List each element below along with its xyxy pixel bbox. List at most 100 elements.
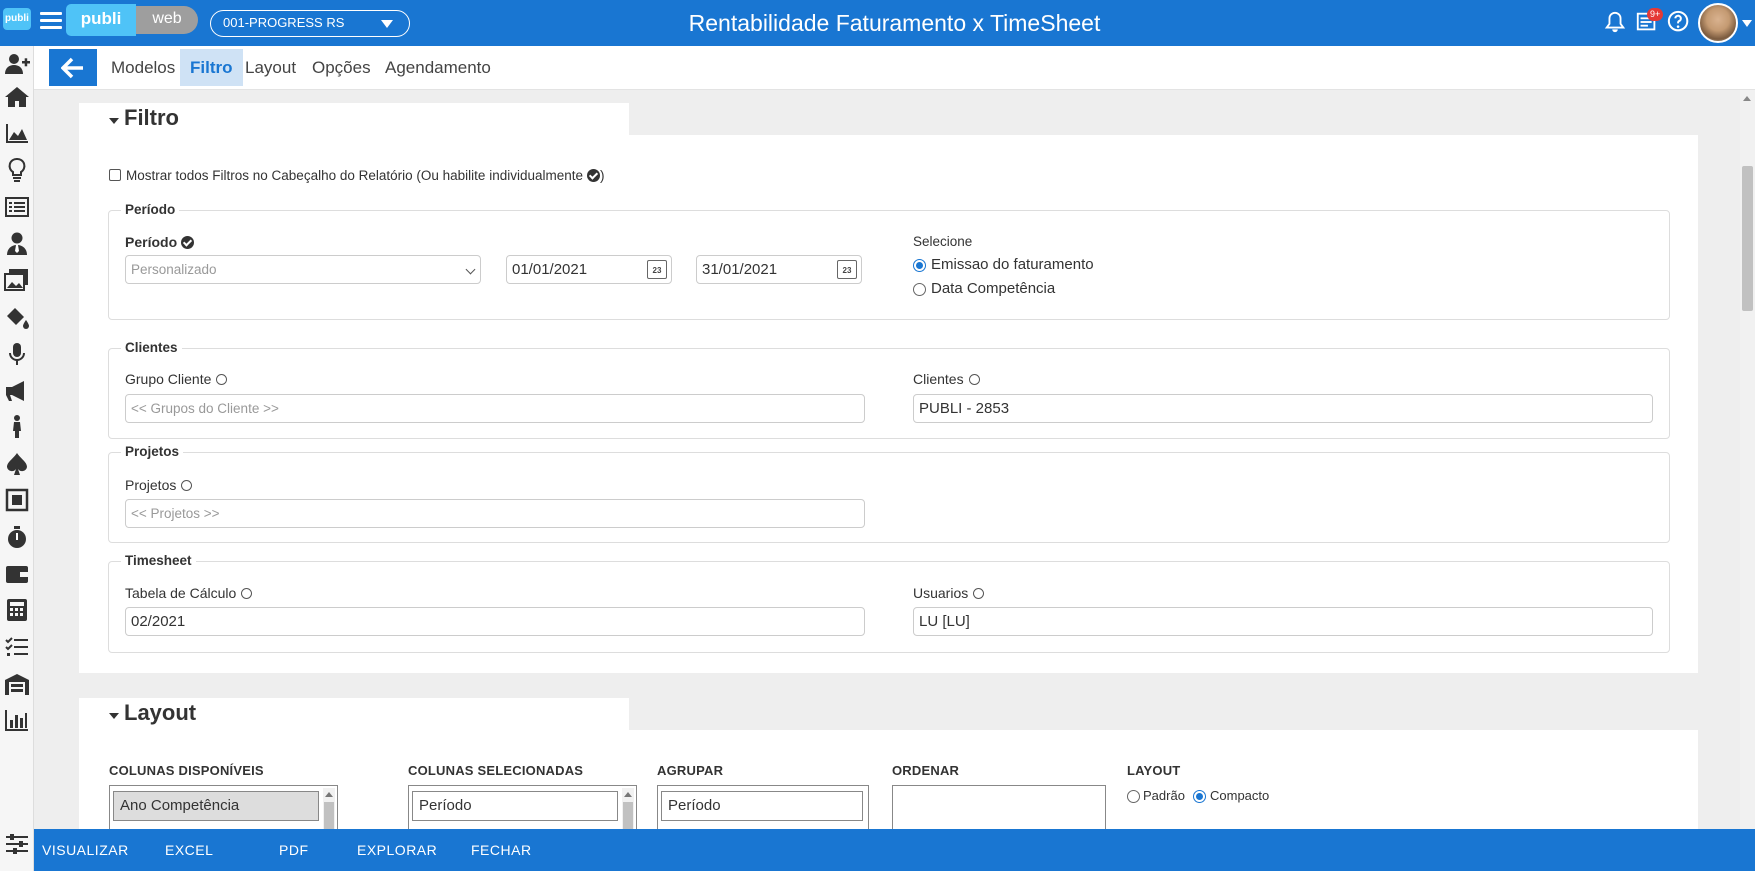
projetos-input[interactable]: << Projetos >>	[125, 499, 865, 528]
scroll-up-icon[interactable]	[325, 792, 333, 797]
selecione-label: Selecione	[913, 234, 973, 249]
tab-agendamento[interactable]: Agendamento	[375, 49, 501, 86]
person-icon[interactable]	[4, 414, 30, 440]
chevron-down-icon	[465, 264, 476, 275]
circle-icon[interactable]	[968, 374, 980, 385]
spade-icon[interactable]	[4, 451, 30, 477]
side-logo[interactable]: publi	[0, 0, 34, 46]
avatar[interactable]	[1698, 3, 1738, 43]
competencia-radio[interactable]	[913, 283, 926, 296]
help-icon[interactable]	[1667, 10, 1693, 36]
back-button[interactable]	[49, 49, 97, 86]
calendar-icon[interactable]: 23	[647, 260, 667, 279]
add-user-icon[interactable]	[4, 51, 30, 77]
circle-icon[interactable]	[973, 588, 985, 599]
pdf-button[interactable]: PDF	[279, 829, 309, 871]
date-from-input[interactable]: 01/01/2021 23	[506, 255, 672, 284]
layout-padrao-label[interactable]: Padrão	[1143, 788, 1185, 803]
sidebar: publi	[0, 0, 34, 871]
grupo-cliente-label: Grupo Cliente	[125, 371, 228, 387]
tab-layout[interactable]: Layout	[235, 49, 306, 86]
visualizar-button[interactable]: VISUALIZAR	[42, 829, 129, 871]
circle-icon[interactable]	[216, 374, 228, 385]
stopwatch-icon[interactable]	[4, 524, 30, 550]
news-icon[interactable]: 9+	[1635, 8, 1664, 36]
date-from-value: 01/01/2021	[512, 261, 588, 278]
periodo-fieldset: Período Período Personalizado 01/01/2021…	[108, 202, 1670, 320]
scroll-thumb[interactable]	[1742, 166, 1753, 311]
list-icon[interactable]	[4, 194, 30, 220]
periodo-select[interactable]: Personalizado	[125, 255, 481, 284]
list-item[interactable]: Período	[412, 791, 618, 821]
list-scrollbar[interactable]	[323, 788, 335, 829]
wallet-icon[interactable]	[4, 561, 30, 587]
usuarios-label: Usuarios	[913, 585, 985, 601]
circle-icon[interactable]	[181, 480, 193, 491]
check-circle-icon	[587, 169, 601, 182]
tab-opcoes[interactable]: Opções	[302, 49, 381, 86]
layout-padrao-radio[interactable]	[1127, 790, 1140, 803]
list-scrollbar[interactable]	[622, 788, 634, 829]
area-chart-icon[interactable]	[4, 120, 30, 146]
colunas-selecionadas-list[interactable]: Período	[408, 785, 637, 829]
layout-header: LAYOUT	[1127, 763, 1181, 778]
timesheet-legend: Timesheet	[121, 553, 196, 568]
app-logo[interactable]: publi web	[66, 4, 198, 36]
layout-compacto-label[interactable]: Compacto	[1210, 788, 1269, 803]
tab-filtro[interactable]: Filtro	[180, 49, 243, 86]
stop-square-icon[interactable]	[4, 487, 30, 513]
microphone-icon[interactable]	[4, 341, 30, 367]
fechar-button[interactable]: FECHAR	[471, 829, 532, 871]
show-all-filters-checkbox[interactable]	[109, 169, 121, 181]
layout-card: COLUNAS DISPONÍVEIS COLUNAS SELECIONADAS…	[79, 730, 1698, 829]
list-item[interactable]: Ano Competência	[113, 791, 319, 821]
date-to-input[interactable]: 31/01/2021 23	[696, 255, 862, 284]
tab-modelos[interactable]: Modelos	[101, 49, 185, 86]
home-icon[interactable]	[4, 84, 30, 110]
competencia-label[interactable]: Data Competência	[931, 280, 1055, 297]
calendar-icon[interactable]: 23	[837, 260, 857, 279]
megaphone-icon[interactable]	[4, 378, 30, 404]
projetos-legend: Projetos	[121, 444, 184, 459]
timesheet-fieldset: Timesheet Tabela de Cálculo 02/2021 Usua…	[108, 553, 1670, 653]
user-tie-icon[interactable]	[4, 231, 30, 257]
lightbulb-icon[interactable]	[4, 157, 30, 183]
top-bar: publi web 001-PROGRESS RS Rentabilidade …	[34, 0, 1755, 46]
grupo-cliente-input[interactable]: << Grupos do Cliente >>	[125, 394, 865, 423]
excel-button[interactable]: EXCEL	[165, 829, 213, 871]
collapse-caret-icon	[109, 118, 119, 124]
scroll-up-icon[interactable]	[624, 792, 632, 797]
clientes-input[interactable]: PUBLI - 2853	[913, 394, 1653, 423]
warehouse-icon[interactable]	[4, 671, 30, 697]
images-icon[interactable]	[4, 267, 30, 293]
bar-chart-icon[interactable]	[4, 707, 30, 733]
paint-bucket-icon[interactable]	[4, 304, 30, 330]
filtro-section-header[interactable]: Filtro	[79, 103, 629, 135]
layout-section-header[interactable]: Layout	[79, 698, 629, 730]
explorar-button[interactable]: EXPLORAR	[357, 829, 437, 871]
layout-compacto-radio[interactable]	[1193, 790, 1206, 803]
hamburger-menu-icon[interactable]	[40, 12, 62, 32]
periodo-legend: Período	[121, 202, 180, 217]
usuarios-input[interactable]: LU [LU]	[913, 607, 1653, 636]
colunas-disponiveis-header: COLUNAS DISPONÍVEIS	[109, 763, 264, 778]
user-menu-caret-icon[interactable]	[1742, 20, 1752, 27]
checklist-icon[interactable]	[4, 634, 30, 660]
scroll-thumb[interactable]	[623, 802, 633, 829]
sliders-icon[interactable]	[4, 831, 30, 857]
scroll-up-icon[interactable]	[1743, 96, 1751, 101]
tabela-calculo-input[interactable]: 02/2021	[125, 607, 865, 636]
list-item[interactable]: Período	[661, 791, 863, 821]
ordenar-list[interactable]	[892, 785, 1106, 829]
logo-right-text: web	[136, 6, 198, 34]
scroll-thumb[interactable]	[324, 802, 334, 829]
emissao-label[interactable]: Emissao do faturamento	[931, 256, 1094, 273]
circle-icon[interactable]	[241, 588, 253, 599]
emissao-radio[interactable]	[913, 259, 926, 272]
calculator-icon[interactable]	[4, 597, 30, 623]
page-scrollbar[interactable]	[1740, 90, 1755, 829]
bell-icon[interactable]	[1603, 10, 1629, 36]
colunas-disponiveis-list[interactable]: Ano Competência	[109, 785, 338, 829]
company-selector[interactable]: 001-PROGRESS RS	[210, 10, 410, 37]
agrupar-list[interactable]: Período	[657, 785, 869, 829]
